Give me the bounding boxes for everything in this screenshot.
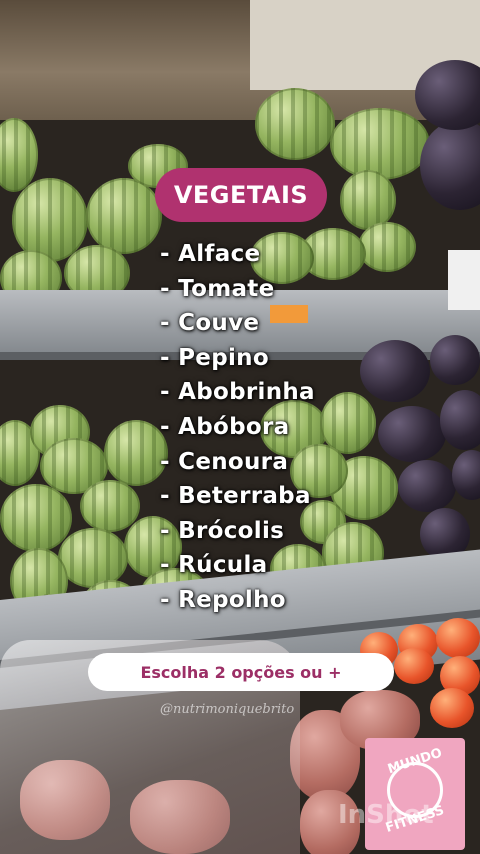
list-item: - Brócolis xyxy=(160,517,285,544)
zucchini xyxy=(358,222,416,272)
choose-options-banner: Escolha 2 opções ou + xyxy=(88,653,394,691)
zucchini xyxy=(340,170,396,230)
shelf-label xyxy=(448,250,480,310)
list-item: - Beterraba xyxy=(160,483,311,510)
zucchini xyxy=(104,420,168,486)
tomato xyxy=(436,618,480,658)
inshot-watermark: InShot xyxy=(338,800,434,830)
vegetable-list: - Alface - Tomate - Couve - Pepino - Abo… xyxy=(160,237,315,618)
eggplant xyxy=(420,120,480,210)
eggplant xyxy=(452,450,480,500)
zucchini xyxy=(0,118,38,192)
zucchini xyxy=(86,178,162,254)
zucchini xyxy=(58,528,128,588)
tomato xyxy=(430,688,474,728)
list-item: - Cenoura xyxy=(160,448,289,475)
eggplant xyxy=(378,406,446,462)
tomato xyxy=(394,648,434,684)
list-item: - Abobrinha xyxy=(160,379,315,406)
eggplant xyxy=(398,460,456,512)
zucchini xyxy=(330,108,430,180)
list-item: - Alface xyxy=(160,241,261,267)
list-item: - Abóbora xyxy=(160,413,290,440)
list-item: - Tomate xyxy=(160,275,275,302)
mundo-fitness-logo: MUNDO FITNESS xyxy=(365,738,465,850)
list-item: - Couve xyxy=(160,310,260,337)
list-item: - Repolho xyxy=(160,586,286,613)
eggplant xyxy=(440,390,480,450)
list-item: - Pepino xyxy=(160,344,269,371)
eggplant xyxy=(430,335,480,385)
author-handle: @nutrimoniquebrito xyxy=(160,702,295,717)
zucchini xyxy=(0,484,72,552)
eggplant xyxy=(360,340,430,402)
zucchini xyxy=(80,480,140,532)
title-badge: VEGETAIS xyxy=(155,168,327,222)
zucchini xyxy=(255,88,335,160)
list-item: - Rúcula xyxy=(160,552,268,579)
